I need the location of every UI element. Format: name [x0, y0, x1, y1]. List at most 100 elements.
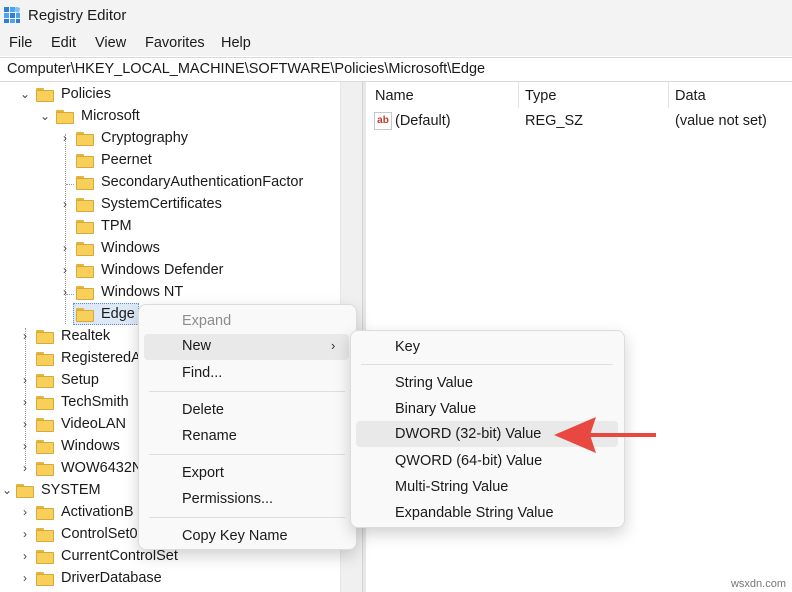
- submenu-item-binary-value[interactable]: Binary Value: [395, 401, 476, 417]
- folder-icon: [36, 352, 54, 366]
- address-bar[interactable]: Computer\HKEY_LOCAL_MACHINE\SOFTWARE\Pol…: [0, 57, 792, 82]
- tree-item-label: ControlSet0: [61, 526, 138, 542]
- tree-item-system-certificates[interactable]: › SystemCertificates: [0, 194, 340, 216]
- tree-item-label: SecondaryAuthenticationFactor: [101, 174, 304, 190]
- folder-icon: [36, 572, 54, 586]
- tree-item-tpm[interactable]: TPM: [0, 216, 340, 238]
- menu-edit[interactable]: Edit: [51, 35, 76, 51]
- chevron-right-icon[interactable]: ›: [18, 373, 32, 387]
- menu-item-find[interactable]: Find...: [182, 365, 222, 381]
- value-type: REG_SZ: [525, 113, 584, 129]
- column-header-data[interactable]: Data: [675, 88, 706, 104]
- submenu-item-string-value[interactable]: String Value: [395, 375, 473, 391]
- tree-item-label: VideoLAN: [61, 416, 127, 432]
- registry-editor-icon: [4, 7, 20, 23]
- chevron-right-icon[interactable]: ›: [18, 505, 32, 519]
- tree-item-windows-defender[interactable]: › Windows Defender: [0, 260, 340, 282]
- folder-icon: [76, 154, 94, 168]
- folder-icon: [56, 110, 74, 124]
- submenu-item-multi-string-value[interactable]: Multi-String Value: [395, 479, 508, 495]
- tree-item-label: ActivationB: [61, 504, 134, 520]
- submenu-item-expandable-string-value[interactable]: Expandable String Value: [395, 505, 554, 521]
- chevron-right-icon[interactable]: ›: [18, 527, 32, 541]
- chevron-right-icon[interactable]: ›: [18, 329, 32, 343]
- column-divider[interactable]: [668, 82, 669, 108]
- tree-item-label: Windows Defender: [101, 262, 224, 278]
- folder-icon: [76, 176, 94, 190]
- chevron-right-icon[interactable]: ›: [18, 395, 32, 409]
- folder-icon: [36, 396, 54, 410]
- value-name: (Default): [395, 113, 451, 129]
- tree-item-microsoft[interactable]: ⌄ Microsoft: [0, 106, 340, 128]
- submenu-item-qword-value[interactable]: QWORD (64-bit) Value: [395, 453, 542, 469]
- menu-item-delete[interactable]: Delete: [182, 402, 224, 418]
- folder-icon: [36, 374, 54, 388]
- menu-help[interactable]: Help: [221, 35, 251, 51]
- context-menu: Expand New › Find... Delete Rename Expor…: [138, 304, 357, 550]
- chevron-right-icon[interactable]: ›: [18, 439, 32, 453]
- menu-item-new-label: New: [182, 338, 212, 354]
- tree-item-windows-nt[interactable]: › Windows NT: [0, 282, 340, 304]
- value-data: (value not set): [675, 113, 767, 129]
- column-header-type[interactable]: Type: [525, 88, 556, 104]
- menu-bar: File Edit View Favorites Help: [0, 32, 792, 56]
- menu-item-copy-key-name[interactable]: Copy Key Name: [182, 528, 288, 544]
- menu-item-rename[interactable]: Rename: [182, 428, 237, 444]
- pointer-arrow-icon: [554, 417, 656, 453]
- chevron-right-icon[interactable]: ›: [58, 197, 72, 211]
- folder-icon: [36, 88, 54, 102]
- tree-item-label: WOW6432N: [61, 460, 143, 476]
- folder-icon: [36, 418, 54, 432]
- column-divider[interactable]: [518, 82, 519, 108]
- tree-item-peernet[interactable]: Peernet: [0, 150, 340, 172]
- menu-item-permissions[interactable]: Permissions...: [182, 491, 273, 507]
- chevron-down-icon[interactable]: ⌄: [18, 87, 32, 101]
- address-path[interactable]: Computer\HKEY_LOCAL_MACHINE\SOFTWARE\Pol…: [7, 61, 485, 77]
- menu-favorites[interactable]: Favorites: [145, 35, 205, 51]
- menu-separator: [149, 391, 345, 392]
- folder-icon: [76, 132, 94, 146]
- tree-item-label: Cryptography: [101, 130, 189, 146]
- chevron-right-icon[interactable]: ›: [18, 417, 32, 431]
- submenu-item-key[interactable]: Key: [395, 339, 420, 355]
- tree-item-label: Edge: [101, 306, 135, 322]
- chevron-right-icon[interactable]: ›: [58, 241, 72, 255]
- tree-item-label: Microsoft: [81, 108, 140, 124]
- chevron-down-icon[interactable]: ⌄: [0, 483, 14, 497]
- chevron-right-icon[interactable]: ›: [58, 285, 72, 299]
- tree-item-label: Setup: [61, 372, 99, 388]
- folder-icon: [36, 330, 54, 344]
- tree-item-label: DriverDatabase: [61, 570, 162, 586]
- folder-icon: [16, 484, 34, 498]
- tree-item-label: Windows: [101, 240, 160, 256]
- menu-separator: [149, 517, 345, 518]
- menu-item-new[interactable]: New ›: [144, 334, 349, 360]
- tree-item-policies[interactable]: ⌄ Policies: [0, 84, 340, 106]
- tree-item-secondary-auth[interactable]: SecondaryAuthenticationFactor: [0, 172, 340, 194]
- chevron-right-icon[interactable]: ›: [58, 131, 72, 145]
- menu-view[interactable]: View: [95, 35, 126, 51]
- menu-item-export[interactable]: Export: [182, 465, 224, 481]
- tree-item-label: Peernet: [101, 152, 152, 168]
- menu-separator: [361, 364, 613, 365]
- chevron-right-icon[interactable]: ›: [58, 263, 72, 277]
- folder-icon: [76, 198, 94, 212]
- folder-icon: [36, 440, 54, 454]
- menu-file[interactable]: File: [9, 35, 32, 51]
- chevron-right-icon[interactable]: ›: [18, 461, 32, 475]
- tree-item-driver-database[interactable]: › DriverDatabase: [0, 568, 340, 590]
- tree-item-cryptography[interactable]: › Cryptography: [0, 128, 340, 150]
- folder-icon: [36, 506, 54, 520]
- menu-separator: [149, 454, 345, 455]
- menu-item-expand[interactable]: Expand: [182, 313, 231, 329]
- folder-icon: [76, 242, 94, 256]
- tree-item-windows[interactable]: › Windows: [0, 238, 340, 260]
- tree-item-label: Windows: [61, 438, 120, 454]
- tree-item-label: Realtek: [61, 328, 111, 344]
- folder-icon: [76, 286, 94, 300]
- chevron-down-icon[interactable]: ⌄: [38, 109, 52, 123]
- chevron-right-icon[interactable]: ›: [18, 549, 32, 563]
- chevron-right-icon[interactable]: ›: [18, 571, 32, 585]
- column-header-name[interactable]: Name: [375, 88, 414, 104]
- chevron-right-icon: ›: [331, 338, 336, 353]
